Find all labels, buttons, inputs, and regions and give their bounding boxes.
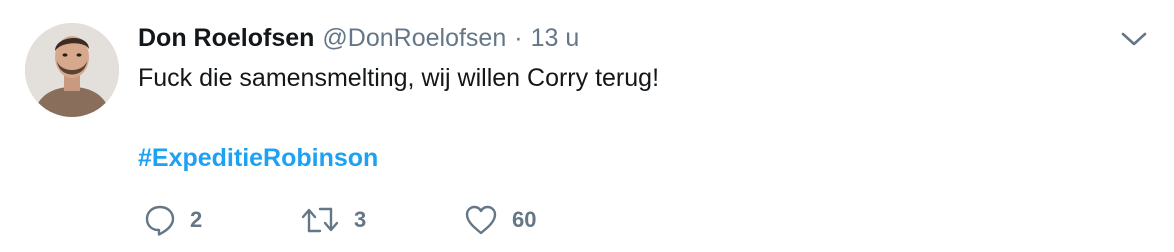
heart-icon (464, 204, 498, 236)
reply-count: 2 (190, 207, 203, 232)
avatar[interactable] (25, 23, 119, 117)
display-name[interactable]: Don Roelofsen (138, 22, 314, 54)
timestamp[interactable]: 13 u (531, 22, 580, 54)
like-button[interactable]: 60 (464, 200, 536, 240)
hashtag-link[interactable]: #ExpeditieRobinson (138, 142, 378, 174)
tweet: Don Roelofsen @DonRoelofsen · 13 u Fuck … (0, 0, 1174, 252)
retweet-icon (300, 204, 340, 236)
like-count: 60 (512, 207, 537, 232)
reply-icon (144, 204, 176, 236)
separator-dot: · (514, 24, 523, 52)
retweet-button[interactable]: 3 (300, 200, 366, 240)
tweet-actions: 2 3 60 (138, 200, 738, 240)
tweet-header: Don Roelofsen @DonRoelofsen · 13 u (138, 22, 579, 54)
chevron-down-icon[interactable] (1120, 30, 1148, 48)
reply-button[interactable]: 2 (144, 200, 202, 240)
user-handle[interactable]: @DonRoelofsen (322, 22, 506, 54)
tweet-text: Fuck die samensmelting, wij willen Corry… (138, 64, 660, 92)
retweet-count: 3 (354, 207, 367, 232)
